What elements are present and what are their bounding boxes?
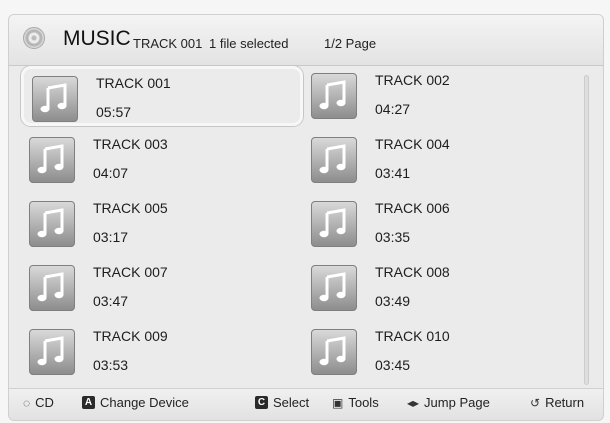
disc-icon: ◌ [23, 395, 31, 410]
music-browser-screen: MUSIC TRACK 001 1 file selected 1/2 Page… [0, 0, 610, 423]
list-scrollbar[interactable] [584, 75, 589, 385]
music-note-icon [29, 137, 75, 183]
c-key-icon: C [255, 396, 268, 409]
track-duration: 03:53 [93, 357, 129, 373]
track-item[interactable]: TRACK 007 03:47 [21, 258, 303, 318]
track-item[interactable]: TRACK 008 03:49 [303, 258, 585, 318]
tools-icon: ▣ [332, 395, 344, 410]
track-name: TRACK 005 [93, 200, 168, 216]
track-duration: 03:35 [375, 229, 411, 245]
track-duration: 03:17 [93, 229, 129, 245]
device-cd[interactable]: ◌ CD [23, 395, 54, 410]
track-name: TRACK 009 [93, 328, 168, 344]
change-device-label: Change Device [100, 395, 189, 410]
disc-icon [23, 27, 45, 49]
music-window: MUSIC TRACK 001 1 file selected 1/2 Page… [8, 14, 604, 421]
jump-page-button[interactable]: ◂▸ Jump Page [407, 395, 490, 410]
header-bar: MUSIC TRACK 001 1 file selected 1/2 Page [9, 15, 603, 66]
tools-button[interactable]: ▣ Tools [332, 395, 379, 410]
a-key-icon: A [82, 396, 95, 409]
track-name: TRACK 003 [93, 136, 168, 152]
music-note-icon [311, 73, 357, 119]
page-title: MUSIC [63, 27, 131, 50]
music-note-icon [311, 265, 357, 311]
page-indicator: 1/2 Page [324, 36, 377, 51]
track-name: TRACK 002 [375, 72, 450, 88]
track-duration: 04:27 [375, 101, 411, 117]
music-note-icon [32, 76, 78, 122]
track-name: TRACK 006 [375, 200, 450, 216]
track-name: TRACK 001 [96, 75, 171, 91]
track-duration: 03:41 [375, 165, 411, 181]
music-note-icon [29, 265, 75, 311]
track-grid: TRACK 001 05:57 TRACK 002 04:27 TRACK 00… [21, 66, 581, 391]
left-right-arrows-icon: ◂▸ [407, 395, 420, 410]
track-duration: 05:57 [96, 104, 132, 120]
music-note-icon [311, 329, 357, 375]
track-item[interactable]: TRACK 001 05:57 [21, 66, 303, 126]
selection-status: 1 file selected [209, 36, 289, 51]
track-duration: 04:07 [93, 165, 129, 181]
jump-page-label: Jump Page [424, 395, 490, 410]
tools-label: Tools [348, 395, 379, 410]
track-item[interactable]: TRACK 010 03:45 [303, 322, 585, 382]
return-arrow-icon: ↺ [530, 395, 541, 410]
device-label: CD [35, 395, 54, 410]
music-note-icon [29, 201, 75, 247]
change-device-button[interactable]: A Change Device [82, 395, 189, 410]
track-item[interactable]: TRACK 004 03:41 [303, 130, 585, 190]
track-item[interactable]: TRACK 002 04:27 [303, 66, 585, 126]
current-track-label: TRACK 001 [133, 36, 203, 51]
track-duration: 03:45 [375, 357, 411, 373]
return-button[interactable]: ↺ Return [530, 395, 584, 410]
track-item[interactable]: TRACK 009 03:53 [21, 322, 303, 382]
track-item[interactable]: TRACK 005 03:17 [21, 194, 303, 254]
select-label: Select [273, 395, 310, 410]
music-note-icon [311, 137, 357, 183]
footer-controls: ◌ CD A Change Device C Select ▣ Tools ◂▸… [9, 388, 603, 420]
track-name: TRACK 008 [375, 264, 450, 280]
music-note-icon [29, 329, 75, 375]
track-duration: 03:49 [375, 293, 411, 309]
track-item[interactable]: TRACK 006 03:35 [303, 194, 585, 254]
music-note-icon [311, 201, 357, 247]
track-item[interactable]: TRACK 003 04:07 [21, 130, 303, 190]
track-duration: 03:47 [93, 293, 129, 309]
track-name: TRACK 007 [93, 264, 168, 280]
track-name: TRACK 004 [375, 136, 450, 152]
select-button[interactable]: C Select [255, 395, 309, 410]
return-label: Return [545, 395, 585, 410]
track-name: TRACK 010 [375, 328, 450, 344]
